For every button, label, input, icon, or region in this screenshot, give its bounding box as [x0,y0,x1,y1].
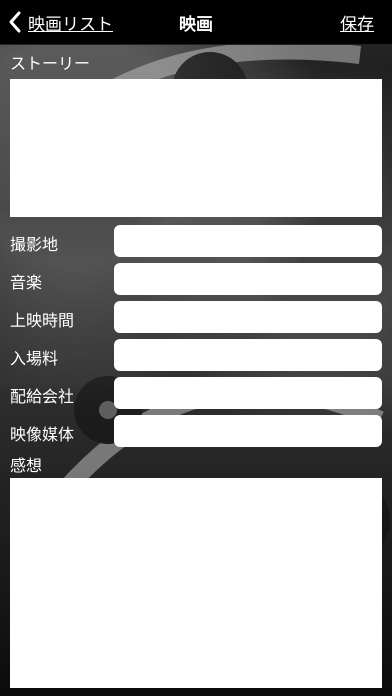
story-label: ストーリー [10,54,91,73]
field-label-location: 撮影地 [10,235,59,254]
impressions-textarea[interactable] [10,478,382,688]
field-label-distributor: 配給会社 [10,387,75,406]
field-label-runtime: 上映時間 [10,311,75,330]
save-button[interactable]: 保存 [340,10,374,35]
field-label-music: 音楽 [10,273,43,292]
field-label-admission: 入場料 [10,349,59,368]
field-label-media: 映像媒体 [10,425,75,444]
admission-input[interactable] [114,339,382,371]
media-input[interactable] [114,415,382,447]
impressions-label: 感想 [10,456,43,475]
navigation-bar: 映画リスト 映画 保存 [0,0,392,45]
runtime-input[interactable] [114,301,382,333]
story-textarea[interactable] [10,79,382,217]
music-input[interactable] [114,263,382,295]
distributor-input[interactable] [114,377,382,409]
location-input[interactable] [114,225,382,257]
page-title: 映画 [179,15,213,35]
